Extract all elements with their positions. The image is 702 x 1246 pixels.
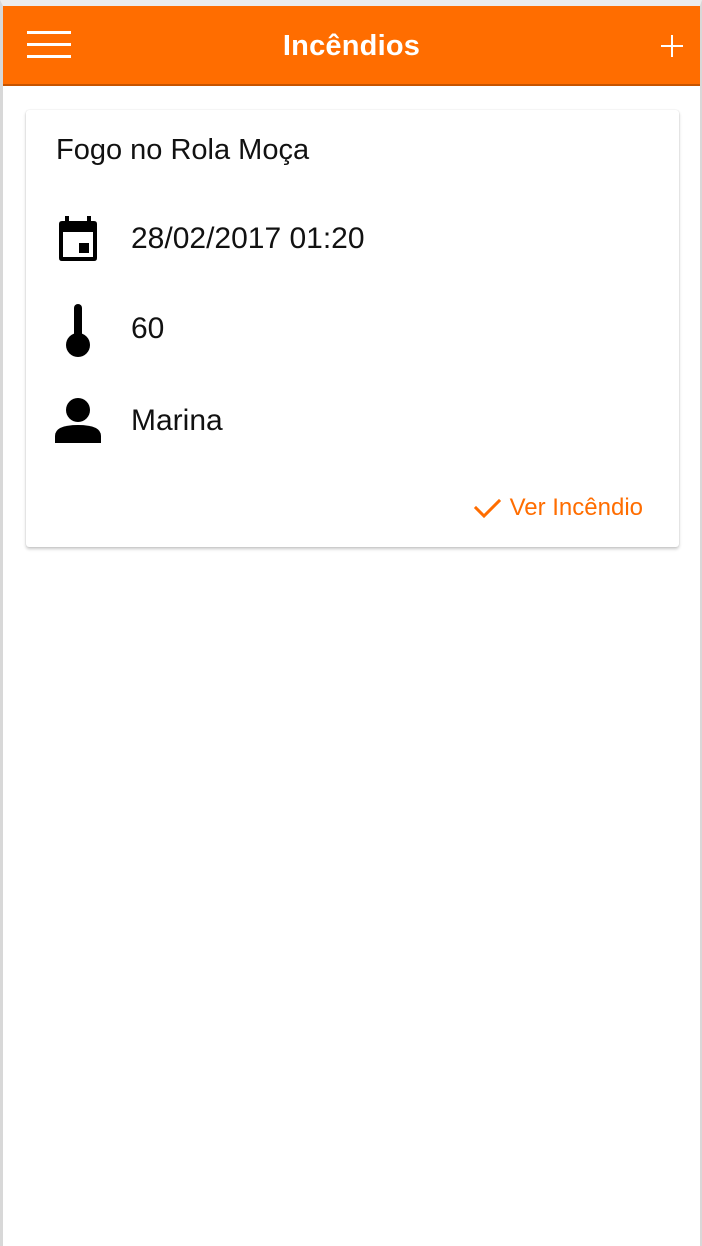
incident-card: Fogo no Rola Moça 28/02/2017 01:20 60 Ma…	[26, 110, 679, 547]
incident-temperature: 60	[131, 312, 165, 345]
check-icon	[473, 494, 501, 522]
view-incident-button[interactable]: Ver Incêndio	[473, 490, 643, 526]
view-incident-label: Ver Incêndio	[509, 494, 643, 521]
app-bar: Incêndios	[3, 6, 700, 86]
incident-reporter: Marina	[131, 404, 223, 437]
plus-icon	[658, 35, 686, 64]
incident-datetime: 28/02/2017 01:20	[131, 222, 365, 255]
add-incident-button[interactable]	[658, 32, 686, 60]
incident-date-row: 28/02/2017 01:20	[54, 214, 654, 264]
thermometer-icon	[54, 304, 102, 357]
incident-reporter-row: Marina	[54, 396, 654, 446]
incident-temperature-row: 60	[54, 304, 654, 357]
person-icon	[54, 396, 102, 444]
page-title: Incêndios	[282, 30, 421, 62]
calendar-icon	[54, 214, 102, 262]
incident-title: Fogo no Rola Moça	[56, 134, 310, 166]
